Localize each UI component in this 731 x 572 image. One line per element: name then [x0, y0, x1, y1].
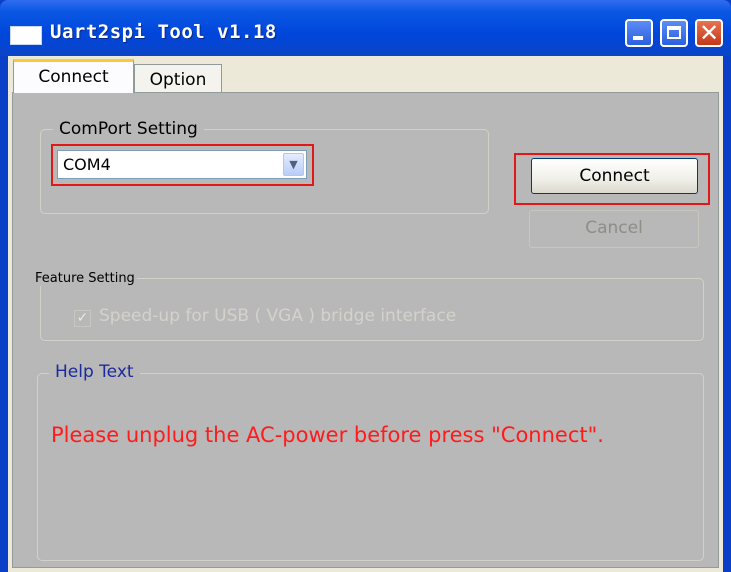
app-window: Uart2spi Tool v1.18 ✕ Connect Option Com… — [0, 0, 731, 572]
minimize-button[interactable] — [625, 19, 653, 47]
tab-option[interactable]: Option — [134, 64, 222, 93]
tab-connect[interactable]: Connect — [13, 59, 134, 93]
connect-highlight-box — [514, 153, 710, 205]
cancel-button[interactable]: Cancel — [529, 210, 699, 248]
window-title: Uart2spi Tool v1.18 — [50, 21, 277, 43]
speedup-checkbox[interactable]: ✓ — [74, 310, 91, 327]
minimize-icon — [633, 36, 643, 40]
client-area: Connect Option ComPort Setting COM4 ▼ Co… — [8, 56, 723, 572]
comport-highlight-box — [51, 144, 314, 186]
help-message: Please unplug the AC-power before press … — [51, 423, 604, 447]
speedup-checkbox-label: Speed-up for USB ( VGA ) bridge interfac… — [99, 306, 457, 326]
feature-group-label: Feature Setting — [33, 271, 137, 286]
maximize-icon — [667, 26, 681, 39]
close-button[interactable]: ✕ — [695, 19, 723, 47]
maximize-button[interactable] — [660, 19, 688, 47]
close-icon: ✕ — [698, 19, 720, 47]
help-group-label: Help Text — [49, 362, 140, 382]
comport-group-label: ComPort Setting — [53, 119, 204, 139]
help-group — [37, 373, 704, 561]
app-icon — [10, 26, 42, 45]
title-bar[interactable]: Uart2spi Tool v1.18 ✕ — [0, 0, 731, 56]
tab-panel-connect: ComPort Setting COM4 ▼ Connect Cancel Fe… — [12, 92, 719, 568]
